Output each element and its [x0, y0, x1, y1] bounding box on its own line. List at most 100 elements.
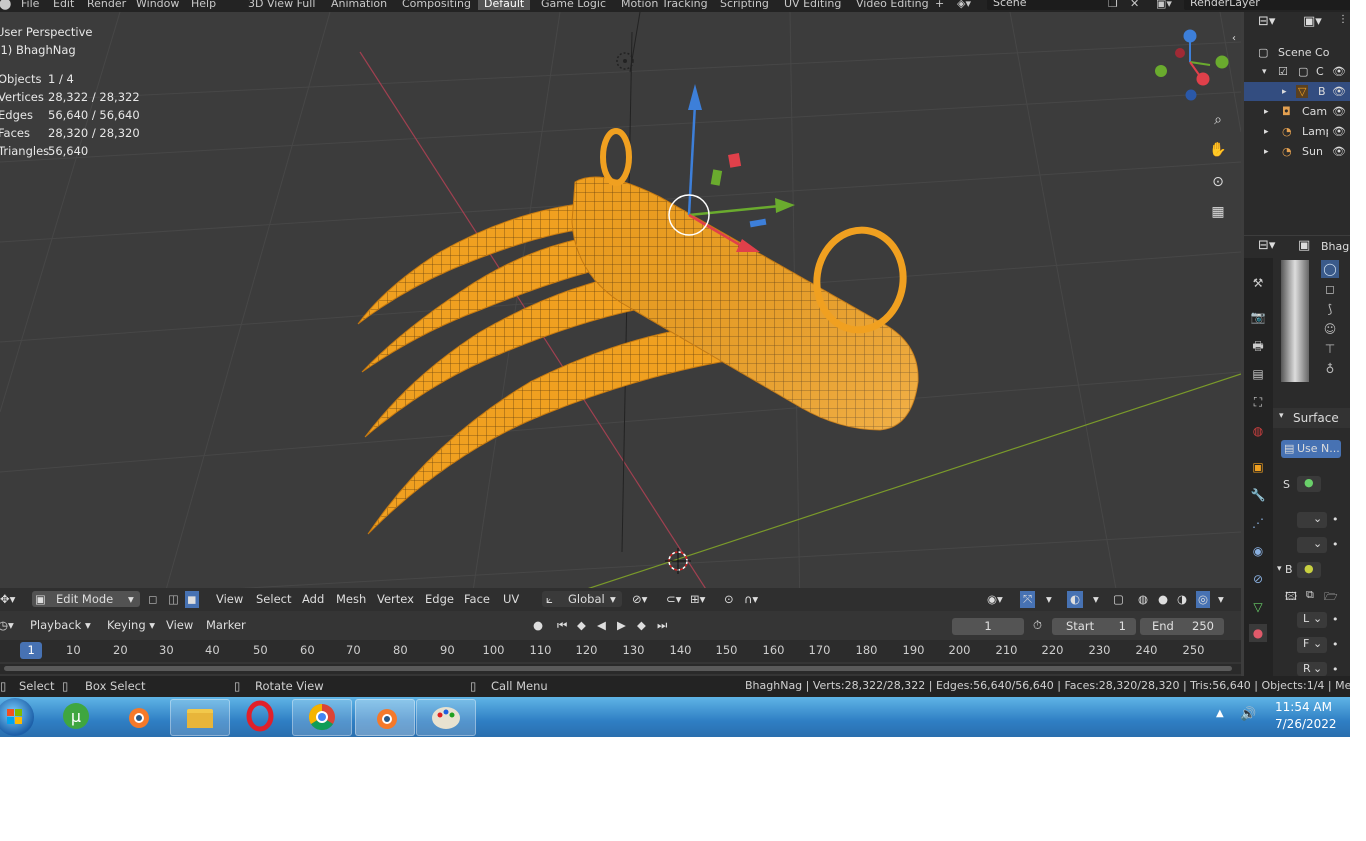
f-row-field[interactable]: F ⌄ [1297, 637, 1327, 653]
menu-uv[interactable]: UV [503, 591, 519, 608]
falloff-icon[interactable]: ∩▾ [744, 591, 758, 608]
tab-game-logic[interactable]: Game Logic [541, 0, 606, 10]
scene-selector[interactable]: Scene [987, 0, 1111, 10]
menu-view[interactable]: View [216, 591, 243, 608]
paint-icon[interactable] [416, 699, 476, 736]
start-button[interactable] [0, 698, 34, 736]
clock-date[interactable]: 7/26/2022 [1275, 717, 1337, 731]
physics-tab-icon[interactable]: ◉ [1249, 542, 1267, 560]
menu-edit[interactable]: Edit [53, 0, 74, 10]
expand-arrow-icon[interactable]: ▸ [1282, 87, 1287, 97]
ortho-grid-icon[interactable]: ▦ [1207, 201, 1229, 223]
timer-icon[interactable]: ⏱ [1033, 617, 1042, 634]
outliner-row-object[interactable]: ▸ ▽ B 👁 [1244, 82, 1350, 101]
volume-icon[interactable]: 🔊 [1240, 707, 1256, 722]
gizmo-toggle-icon[interactable]: ⤧ [1020, 591, 1036, 608]
nav-x-icon[interactable] [1196, 72, 1210, 86]
output-tab-icon[interactable]: 🖶 [1249, 337, 1267, 355]
snap-target-icon[interactable]: ⊞▾ [690, 591, 705, 608]
use-nodes-button[interactable]: ▤ Use N... [1281, 440, 1341, 458]
shading-rendered-icon[interactable]: ◎ [1196, 591, 1211, 608]
expand-arrow-icon[interactable]: ▾ [1277, 564, 1282, 574]
constraints-tab-icon[interactable]: ⊘ [1249, 570, 1267, 588]
data-tab-icon[interactable]: ▽ [1249, 598, 1267, 616]
tab-uv-editing[interactable]: UV Editing [784, 0, 841, 10]
eye-icon[interactable]: 👁 [1332, 85, 1346, 98]
blender-logo-icon[interactable]: ⬤ [0, 0, 11, 10]
tab-scripting[interactable]: Scripting [720, 0, 769, 10]
collapse-arrow-icon[interactable]: ‹ [1228, 28, 1240, 50]
record-icon[interactable]: ● [533, 617, 543, 634]
modifier-tab-icon[interactable]: 🔧 [1249, 486, 1267, 504]
dropdown-1[interactable]: ⌄ [1297, 512, 1327, 528]
menu-keying[interactable]: Keying ▾ [107, 617, 155, 634]
surface-panel-header[interactable]: ▾ Surface [1273, 408, 1350, 428]
mode-selector[interactable]: ▣ Edit Mode ▾ [32, 591, 140, 607]
copy-icon[interactable]: ⧉ [1306, 588, 1314, 602]
outliner-row-scene[interactable]: ▢ Scene Co [1244, 43, 1350, 62]
edge-select-icon[interactable]: ◫ [168, 591, 179, 608]
show-hidden-icons-icon[interactable]: ▲ [1216, 708, 1224, 719]
tab-3d-view-full[interactable]: 3D View Full [248, 0, 315, 10]
options-icon[interactable]: ⋮ [1338, 14, 1348, 25]
object-tab-icon[interactable]: ▣ [1249, 458, 1267, 476]
3d-viewport[interactable]: User Perspective (1) BhaghNag Objects 1 … [0, 12, 1241, 611]
jump-start-icon[interactable]: ⏮ [557, 617, 567, 634]
pin-icon[interactable]: ▣ [1298, 238, 1310, 253]
xray-icon[interactable]: ▢ [1113, 591, 1124, 608]
jump-end-icon[interactable]: ⏭ [657, 617, 667, 634]
menu-help[interactable]: Help [191, 0, 216, 10]
tab-video-editing[interactable]: Video Editing [856, 0, 929, 10]
menu-vertex[interactable]: Vertex [377, 591, 414, 608]
blender-taskbar-icon[interactable] [108, 699, 166, 734]
display-mode-icon[interactable]: ⊟▾ [1258, 14, 1275, 29]
camera-view-icon[interactable]: ⊙ [1207, 171, 1229, 193]
render-tab-icon[interactable]: 📷 [1249, 308, 1267, 326]
menu-face[interactable]: Face [464, 591, 490, 608]
navigation-gizmo[interactable] [1155, 29, 1229, 101]
proportional-edit-icon[interactable]: ⊙ [724, 591, 734, 608]
tab-default[interactable]: Default [478, 0, 531, 10]
menu-file[interactable]: File [21, 0, 39, 10]
menu-view[interactable]: View [166, 617, 193, 634]
eye-icon[interactable]: 👁 [1332, 65, 1346, 78]
menu-add[interactable]: Add [302, 591, 324, 608]
expand-arrow-icon[interactable]: ▸ [1264, 107, 1269, 117]
view-layer-tab-icon[interactable]: ▤ [1249, 365, 1267, 383]
tool-tab-icon[interactable]: ⚒ [1249, 274, 1267, 292]
surface-socket[interactable]: ● [1297, 476, 1321, 492]
sphere-preview-icon[interactable]: ◯ [1321, 260, 1339, 278]
end-frame-field[interactable]: End 250 [1140, 618, 1224, 635]
orientation-selector[interactable]: ⟀ Global ▾ [542, 591, 622, 607]
outliner-row-sun[interactable]: ▸ ◔ Sun 👁 [1244, 142, 1350, 161]
eye-icon[interactable]: 👁 [1332, 105, 1346, 118]
gizmo-plane-handle[interactable] [749, 218, 767, 228]
snap-icon[interactable]: ⊂▾ [666, 591, 681, 608]
bsdf-socket[interactable]: ● [1297, 562, 1321, 578]
menu-marker[interactable]: Marker [206, 617, 246, 634]
particles-tab-icon[interactable]: ⋰ [1249, 514, 1267, 532]
menu-window[interactable]: Window [136, 0, 179, 10]
viewport-canvas[interactable] [0, 12, 1241, 611]
gizmo-z-arrow[interactable] [687, 103, 697, 216]
world-tab-icon[interactable]: ◍ [1249, 422, 1267, 440]
editor-type-icon[interactable]: ◷▾ [0, 617, 14, 634]
editor-type-icon[interactable]: ⊟▾ [1258, 238, 1275, 253]
timeline-scrollbar[interactable] [4, 666, 1232, 671]
blender-active-icon[interactable] [355, 699, 415, 736]
outliner-row-collection[interactable]: ▾ ☑ ▢ C 👁 [1244, 62, 1350, 81]
3d-cursor[interactable] [665, 548, 691, 574]
hair-preview-icon[interactable]: ⟆ [1321, 300, 1339, 318]
zoom-icon[interactable]: ⌕ [1207, 109, 1229, 131]
shading-solid-icon[interactable]: ● [1158, 591, 1168, 608]
expand-arrow-icon[interactable]: ▸ [1264, 147, 1269, 157]
outliner-row-camera[interactable]: ▸ ◘ Cam 👁 [1244, 102, 1350, 121]
outliner-row-lamp[interactable]: ▸ ◔ Lamp 👁 [1244, 122, 1350, 141]
dropdown-2[interactable]: ⌄ [1297, 537, 1327, 553]
menu-select[interactable]: Select [256, 591, 291, 608]
image-icon[interactable]: 🖾 [1285, 588, 1297, 607]
vertex-select-icon[interactable]: ◻ [148, 591, 158, 608]
editor-type-icon[interactable]: ✥▾ [0, 591, 15, 608]
fluid-preview-icon[interactable]: ♁ [1321, 360, 1339, 378]
play-reverse-icon[interactable]: ◀ [597, 617, 606, 634]
